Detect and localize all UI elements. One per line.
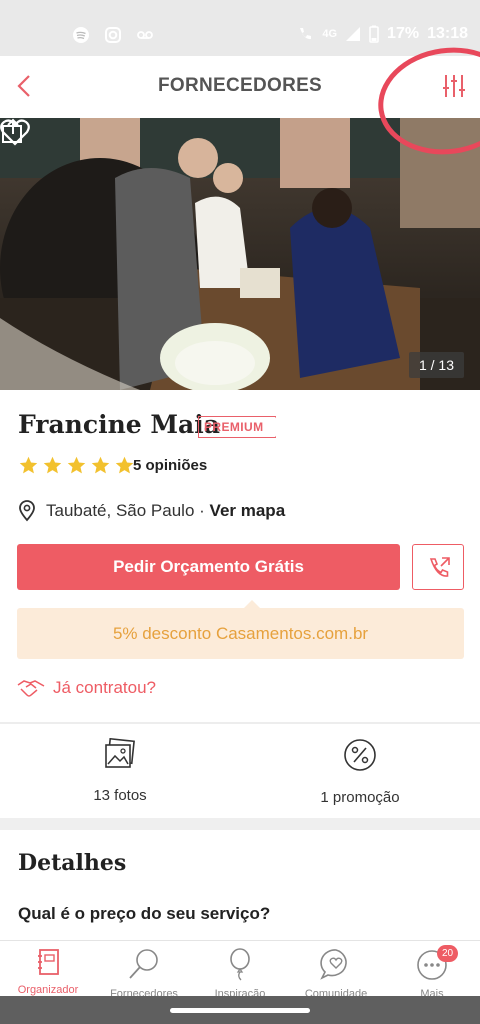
- filter-sliders-icon[interactable]: [440, 72, 468, 100]
- call-button[interactable]: [412, 544, 464, 590]
- signal-icon: [346, 27, 361, 41]
- reviews-link[interactable]: 5 opiniões: [133, 457, 207, 474]
- app-header: FORNECEDORES: [0, 56, 480, 118]
- photo-counter: 1 / 13: [408, 352, 464, 378]
- nav-vendors[interactable]: Fornecedores: [96, 947, 192, 1000]
- notebook-icon: [38, 949, 59, 975]
- request-quote-button[interactable]: Pedir Orçamento Grátis: [17, 544, 400, 590]
- premium-badge: PREMIUM: [198, 416, 277, 438]
- spotify-icon: [73, 27, 89, 43]
- nav-organizer[interactable]: Organizador: [0, 947, 96, 996]
- chat-heart-icon: [320, 949, 347, 980]
- system-navigation-bar: [0, 996, 480, 1024]
- promotions-count: 1 promoção: [320, 789, 400, 806]
- section-divider: [0, 818, 480, 830]
- balloon-icon: [230, 948, 250, 981]
- star-icon: [115, 456, 134, 474]
- favorite-heart-icon[interactable]: [0, 118, 30, 146]
- already-hired-link[interactable]: Já contratou?: [17, 678, 156, 698]
- star-icon: [19, 456, 38, 474]
- wedding-photo: [0, 118, 480, 390]
- phone-icon: [429, 557, 450, 577]
- star-icon: [67, 456, 86, 474]
- nav-community[interactable]: Comunidade: [288, 947, 384, 1000]
- handshake-icon: [17, 680, 45, 697]
- star-rating: [18, 455, 135, 476]
- promo-banner[interactable]: 5% desconto Casamentos.com.br: [17, 608, 464, 659]
- voicemail-icon: [137, 31, 153, 39]
- battery-icon: [369, 25, 379, 43]
- location-text: Taubaté, São Paulo: [46, 501, 195, 520]
- location-pin-icon: [19, 500, 35, 522]
- nav-inspiration[interactable]: Inspiração: [192, 947, 288, 1000]
- price-question: Qual é o preço do seu serviço?: [18, 904, 271, 923]
- percent-icon: [344, 739, 376, 771]
- status-bar: 4G 17% 13:18: [0, 0, 480, 56]
- search-icon: [129, 949, 158, 979]
- time-label: 13:18: [427, 25, 468, 42]
- wifi-call-icon: [300, 28, 312, 40]
- star-icon: [43, 456, 62, 474]
- details-title: Detalhes: [18, 850, 127, 876]
- star-icon: [91, 456, 110, 474]
- battery-label: 17%: [387, 25, 420, 42]
- bottom-navigation: Organizador Fornecedores Inspiração Comu…: [0, 940, 480, 1000]
- home-gesture-handle[interactable]: [170, 1008, 310, 1013]
- divider: [0, 722, 480, 724]
- photos-stat[interactable]: 13 fotos: [30, 737, 210, 804]
- location-separator: ·: [199, 501, 205, 520]
- photo-gallery[interactable]: 1 / 13: [0, 118, 480, 390]
- network-label: 4G: [322, 28, 338, 40]
- map-link[interactable]: Ver mapa: [210, 501, 286, 520]
- location-row: Taubaté, São Paulo · Ver mapa: [18, 500, 285, 522]
- photos-count: 13 fotos: [93, 787, 147, 804]
- page-title: FORNECEDORES: [157, 75, 323, 96]
- already-hired-label: Já contratou?: [53, 678, 157, 697]
- nav-more[interactable]: 20 Mais: [384, 945, 480, 1000]
- instagram-icon: [105, 27, 121, 43]
- promo-pointer: [244, 600, 260, 608]
- notification-badge: 20: [437, 945, 458, 962]
- photos-icon: [105, 737, 135, 768]
- vendor-name: Francine Maia: [18, 410, 220, 439]
- nav-organizer-label: Organizador: [17, 984, 79, 996]
- promotions-stat[interactable]: 1 promoção: [270, 738, 450, 806]
